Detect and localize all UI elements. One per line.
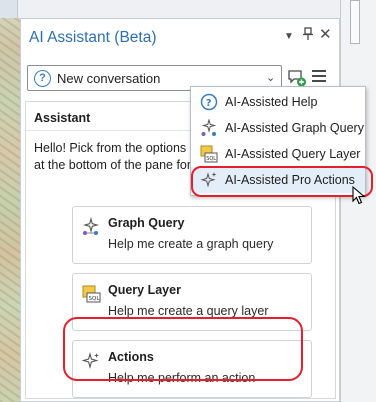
top-strip [0, 0, 376, 18]
chevron-down-icon: ⌄ [266, 72, 276, 84]
menu-item-label: AI-Assisted Query Layer [225, 147, 361, 161]
card-description: Help me create a graph query [108, 237, 274, 251]
graph-query-card[interactable]: Graph Query Help me create a graph query [72, 206, 312, 264]
graph-query-sparkle-icon [200, 118, 218, 137]
annotation-highlight [63, 317, 303, 381]
scrollbar[interactable] [350, 0, 360, 44]
close-icon[interactable]: ✕ [319, 25, 332, 43]
graph-query-sparkle-icon [81, 216, 101, 237]
map-background [0, 0, 20, 402]
svg-text:SQL: SQL [89, 296, 101, 302]
menu-item-label: AI-Assisted Help [225, 95, 318, 109]
assistant-heading: Assistant [34, 111, 91, 125]
menu-item-ai-help[interactable]: ? AI-Assisted Help [191, 89, 365, 115]
new-chat-icon[interactable] [287, 68, 307, 88]
mouse-cursor-icon [352, 185, 366, 209]
pane-title: AI Assistant (Beta) [29, 29, 157, 46]
menu-item-label: AI-Assisted Graph Query [225, 121, 364, 135]
card-title: Graph Query [108, 216, 185, 230]
svg-text:SQL: SQL [206, 156, 216, 162]
hamburger-menu-icon[interactable] [312, 70, 326, 84]
svg-text:?: ? [206, 98, 212, 109]
help-question-icon: ? [34, 70, 51, 87]
card-description: Help me create a query layer [108, 304, 269, 318]
side-tab[interactable] [0, 0, 18, 18]
card-title: Query Layer [108, 283, 181, 297]
annotation-highlight [191, 166, 373, 197]
conversation-select-value: New conversation [57, 71, 161, 86]
pane-options-dropdown-icon[interactable]: ▼ [284, 31, 294, 42]
help-question-icon: ? [200, 93, 218, 111]
sql-query-layer-icon: SQL [200, 145, 218, 163]
menu-item-ai-graph-query[interactable]: AI-Assisted Graph Query [191, 115, 365, 141]
sql-query-layer-icon: SQL [81, 284, 101, 304]
pin-icon[interactable] [302, 27, 314, 44]
menu-item-ai-query-layer[interactable]: SQL AI-Assisted Query Layer [191, 141, 365, 167]
